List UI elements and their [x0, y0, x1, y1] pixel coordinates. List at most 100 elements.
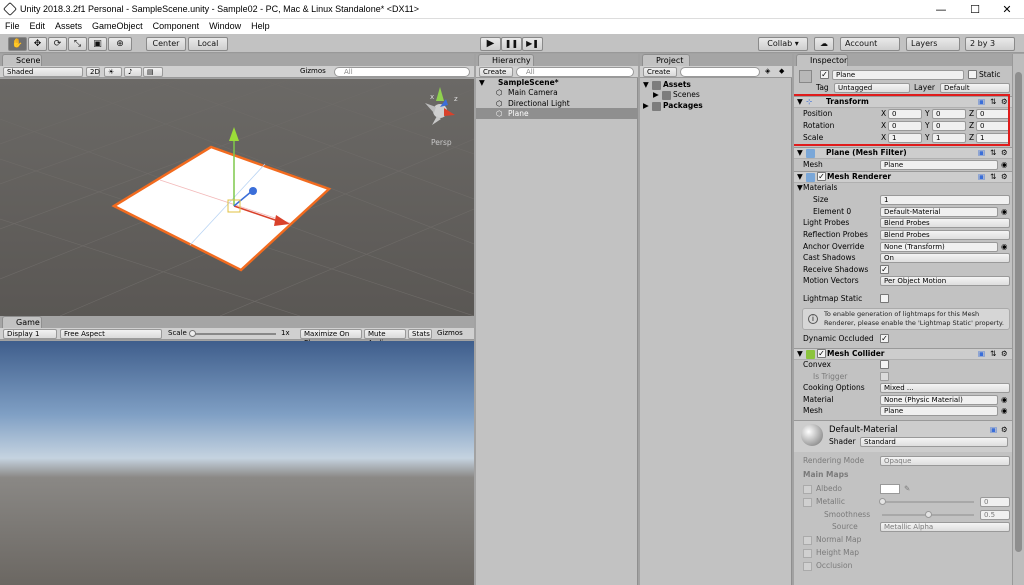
object-picker-icon[interactable]: ◉ [1001, 406, 1008, 416]
texture-slot[interactable] [803, 485, 812, 494]
materials-size-field[interactable]: 1 [880, 195, 1010, 205]
hierarchy-scene-root[interactable]: SampleScene* [498, 78, 559, 88]
scene-search-input[interactable]: All [334, 67, 470, 77]
metallic-slider[interactable] [882, 501, 974, 503]
is-trigger-checkbox[interactable] [880, 372, 889, 381]
menu-window[interactable]: Window [204, 19, 246, 34]
tab-scene[interactable]: Scene [2, 54, 42, 66]
anchor-override-field[interactable]: None (Transform) [880, 242, 998, 252]
effects-toggle[interactable]: ▤ [143, 67, 163, 77]
scene-viewport[interactable]: x z Persp [0, 79, 474, 316]
help-icon[interactable]: ▣ [978, 148, 985, 158]
project-scenes-folder[interactable]: Scenes [673, 90, 700, 100]
texture-slot[interactable] [803, 549, 812, 558]
cooking-options-dropdown[interactable]: Mixed ... [880, 383, 1010, 393]
rotate-tool-button[interactable]: ⟳ [48, 37, 67, 51]
object-picker-icon[interactable]: ◉ [1001, 242, 1008, 252]
hierarchy-create-dropdown[interactable]: Create [479, 67, 513, 77]
preset-icon[interactable]: ⇅ [990, 172, 996, 182]
materials-expand-icon[interactable]: ▼ [797, 183, 803, 193]
mute-audio-toggle[interactable]: Mute Audio [364, 329, 406, 347]
mesh-filter-expand-icon[interactable]: ▼ [797, 148, 803, 158]
pivot-center-button[interactable]: Center [146, 37, 186, 51]
element0-field[interactable]: Default-Material [880, 207, 998, 217]
materials-label[interactable]: Materials [803, 183, 837, 193]
shader-dropdown[interactable]: Standard [860, 437, 1008, 447]
filter-type-icon[interactable]: ◈ [762, 67, 774, 77]
mesh-collider-enabled-checkbox[interactable]: ✓ [817, 349, 826, 358]
hierarchy-search-input[interactable]: All [516, 67, 634, 77]
maximize-button[interactable]: ☐ [958, 0, 992, 19]
minimize-button[interactable]: — [924, 0, 958, 19]
maximize-on-play-toggle[interactable]: Maximize On Play [300, 329, 362, 347]
menu-component[interactable]: Component [148, 19, 205, 34]
gizmos-dropdown[interactable]: Gizmos [297, 67, 331, 77]
persp-label[interactable]: Persp [431, 138, 452, 147]
convex-checkbox[interactable] [880, 360, 889, 369]
object-picker-icon[interactable]: ◉ [1001, 207, 1008, 217]
smoothness-value-field[interactable]: 0.5 [980, 510, 1010, 520]
reflection-probes-dropdown[interactable]: Blend Probes [880, 230, 1010, 240]
help-icon[interactable]: ▣ [990, 425, 997, 435]
smoothness-slider-thumb[interactable] [925, 511, 932, 518]
cloud-button[interactable]: ☁ [814, 37, 834, 51]
tab-inspector[interactable]: Inspector [796, 54, 848, 66]
tab-hierarchy[interactable]: Hierarchy [478, 54, 534, 66]
game-viewport[interactable] [0, 341, 474, 585]
settings-gear-icon[interactable]: ⚙ [1001, 172, 1008, 182]
lighting-toggle[interactable]: ☀ [104, 67, 122, 77]
static-checkbox[interactable] [968, 70, 977, 79]
inspector-scrollbar-thumb[interactable] [1015, 72, 1022, 552]
inspector-scrollbar[interactable] [1012, 54, 1024, 585]
collider-material-field[interactable]: None (Physic Material) [880, 395, 998, 405]
play-button[interactable]: ▶ [480, 37, 501, 51]
hierarchy-item-main-camera[interactable]: Main Camera [508, 88, 558, 98]
scale-tool-button[interactable]: ⤡ [68, 37, 87, 51]
move-tool-button[interactable]: ✥ [28, 37, 47, 51]
menu-help[interactable]: Help [246, 19, 275, 34]
collab-dropdown[interactable]: Collab ▾ [758, 37, 808, 51]
object-picker-icon[interactable]: ◉ [1001, 160, 1008, 170]
texture-slot[interactable] [803, 562, 812, 571]
pivot-local-button[interactable]: Local [188, 37, 228, 51]
project-create-dropdown[interactable]: Create [643, 67, 677, 77]
settings-gear-icon[interactable]: ⚙ [1001, 349, 1008, 359]
transform-tool-button[interactable]: ⊕ [108, 37, 132, 51]
preset-icon[interactable]: ⇅ [990, 349, 996, 359]
help-icon[interactable]: ▣ [978, 172, 985, 182]
layers-dropdown[interactable]: Layers [906, 37, 960, 51]
settings-gear-icon[interactable]: ⚙ [1001, 425, 1008, 435]
account-dropdown[interactable]: Account [840, 37, 900, 51]
albedo-color-swatch[interactable] [880, 484, 900, 494]
tab-project[interactable]: Project [642, 54, 690, 66]
menu-gameobject[interactable]: GameObject [87, 19, 148, 34]
metallic-slider-thumb[interactable] [879, 498, 886, 505]
audio-toggle[interactable]: ♪ [124, 67, 142, 77]
layer-dropdown[interactable]: Default [940, 83, 1010, 93]
tag-dropdown[interactable]: Untagged [834, 83, 910, 93]
material-header[interactable] [794, 420, 1012, 452]
mesh-filter-mesh-field[interactable]: Plane [880, 160, 998, 170]
menu-edit[interactable]: Edit [25, 19, 51, 34]
object-picker-icon[interactable]: ◉ [1001, 395, 1008, 405]
texture-slot[interactable] [803, 498, 812, 507]
shading-dropdown[interactable]: Shaded [3, 67, 83, 77]
close-button[interactable]: ✕ [990, 0, 1024, 19]
eyedropper-icon[interactable]: ✎ [904, 484, 910, 494]
settings-gear-icon[interactable]: ⚙ [1001, 148, 1008, 158]
2d-toggle[interactable]: 2D [86, 67, 100, 77]
display-dropdown[interactable]: Display 1 [3, 329, 57, 339]
game-gizmos-dropdown[interactable]: Gizmos [434, 329, 470, 339]
source-dropdown[interactable]: Metallic Alpha [880, 522, 1010, 532]
stats-toggle[interactable]: Stats [408, 329, 432, 339]
packages-expand-icon[interactable]: ▶ [643, 101, 649, 111]
cast-shadows-dropdown[interactable]: On [880, 253, 1010, 263]
dynamic-occluded-checkbox[interactable]: ✓ [880, 334, 889, 343]
light-probes-dropdown[interactable]: Blend Probes [880, 218, 1010, 228]
pause-button[interactable]: ❚❚ [501, 37, 522, 51]
mesh-renderer-expand-icon[interactable]: ▼ [797, 172, 803, 182]
rendering-mode-dropdown[interactable]: Opaque [880, 456, 1010, 466]
collider-mesh-field[interactable]: Plane [880, 406, 998, 416]
preset-icon[interactable]: ⇅ [990, 148, 996, 158]
metallic-value-field[interactable]: 0 [980, 497, 1010, 507]
